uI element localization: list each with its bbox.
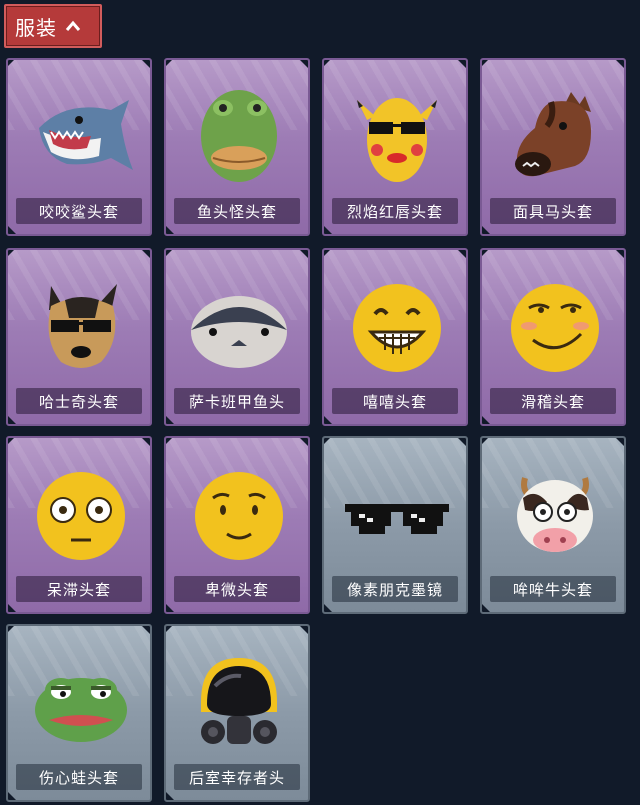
sad-frog-head-icon [35,678,127,742]
item-name: 萨卡班甲鱼头 [188,392,285,411]
tab-costume-label: 服装 [15,15,57,40]
item-name-plate: 呆滞头套 [16,576,142,602]
stunned-emoji-head-icon [37,472,125,560]
item-name-plate: 萨卡班甲鱼头 [174,388,300,414]
item-name: 像素朋克墨镜 [346,580,443,599]
item-name-plate: 卑微头套 [174,576,300,602]
smirk-emoji-head-icon [511,284,599,372]
item-name: 呆滞头套 [46,580,111,599]
item-name: 哞哞牛头套 [512,580,593,599]
item-name-plate: 哈士奇头套 [16,388,142,414]
item-name: 哈士奇头套 [38,392,119,411]
item-card[interactable]: 面具马头套 [480,58,626,236]
item-name: 鱼头怪头套 [196,202,277,221]
item-name-plate: 哞哞牛头套 [490,576,616,602]
cow-head-icon [517,477,593,552]
item-card[interactable]: 后室幸存者头 [164,624,310,802]
item-name-plate: 鱼头怪头套 [174,198,300,224]
item-card[interactable]: 嘻嘻头套 [322,248,468,426]
item-name: 烈焰红唇头套 [346,202,443,221]
item-card[interactable]: 烈焰红唇头套 [322,58,468,236]
item-card[interactable]: 像素朋克墨镜 [322,436,468,614]
item-card[interactable]: 呆滞头套 [6,436,152,614]
item-name-plate: 伤心蛙头套 [16,764,142,790]
item-name-plate: 烈焰红唇头套 [332,198,458,224]
sacabambaspis-head-icon [191,296,287,368]
husky-head-icon [48,284,117,368]
gas-mask-helmet-icon [201,658,277,744]
pixel-sunglasses-icon [345,504,449,534]
item-name-plate: 面具马头套 [490,198,616,224]
item-name-plate: 咬咬鲨头套 [16,198,142,224]
item-card[interactable]: 哞哞牛头套 [480,436,626,614]
item-name: 嘻嘻头套 [362,392,427,411]
item-card[interactable]: 鱼头怪头套 [164,58,310,236]
item-card[interactable]: 哈士奇头套 [6,248,152,426]
item-name: 滑稽头套 [520,392,585,411]
pikachu-lips-head-icon [357,98,437,182]
humble-emoji-head-icon [195,472,283,560]
item-name: 伤心蛙头套 [38,768,119,787]
chevron-up-icon [65,20,81,31]
item-name-plate: 后室幸存者头 [174,764,300,790]
item-name-plate: 像素朋克墨镜 [332,576,458,602]
tab-costume[interactable]: 服装 [4,4,102,48]
horse-head-icon [515,92,591,177]
item-name: 面具马头套 [512,202,593,221]
item-card[interactable]: 咬咬鲨头套 [6,58,152,236]
item-name-plate: 滑稽头套 [490,388,616,414]
shark-head-icon [39,100,133,170]
item-card[interactable]: 卑微头套 [164,436,310,614]
grin-emoji-head-icon [353,284,441,372]
item-card[interactable]: 滑稽头套 [480,248,626,426]
fish-head-icon [201,90,277,182]
item-card[interactable]: 伤心蛙头套 [6,624,152,802]
item-card[interactable]: 萨卡班甲鱼头 [164,248,310,426]
item-name: 咬咬鲨头套 [38,202,119,221]
item-name: 后室幸存者头 [188,768,285,787]
item-name: 卑微头套 [204,580,269,599]
item-name-plate: 嘻嘻头套 [332,388,458,414]
